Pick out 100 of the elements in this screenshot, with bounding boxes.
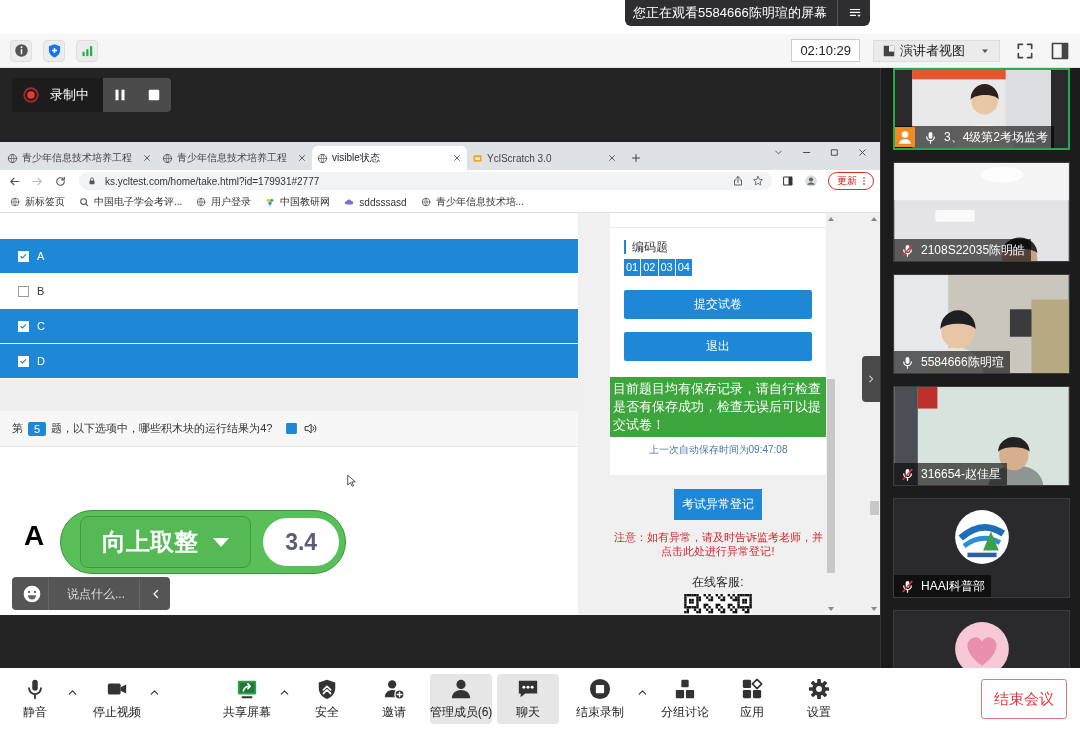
- question-text: 题，以下选项中，哪些积木块的运行结果为4?: [51, 421, 273, 436]
- support-label: 在线客服:: [692, 574, 744, 591]
- app-icon: [472, 152, 483, 164]
- question-prefix: 第: [12, 421, 23, 436]
- participant-name: 316654-赵佳星: [921, 465, 1002, 483]
- url-text: ks.ycltest.com/home/take.html?id=179931#2777: [105, 175, 320, 187]
- flower-icon: [265, 197, 276, 207]
- info-icon: [13, 43, 29, 58]
- participant-name: 3、4级第2考场监考: [944, 128, 1049, 146]
- bookmark-link[interactable]: 用户登录: [196, 195, 252, 209]
- chevron-right-icon: [866, 372, 876, 386]
- bookmark-link[interactable]: 新标签页: [10, 195, 65, 209]
- option-row[interactable]: D: [0, 344, 578, 379]
- star-icon[interactable]: [752, 175, 764, 187]
- stop-button[interactable]: [137, 78, 171, 112]
- toolbar-button[interactable]: 共享屏幕: [216, 674, 278, 724]
- browser-tab[interactable]: visible状态: [312, 146, 467, 170]
- scrollbar-thumb[interactable]: [869, 501, 879, 515]
- lock-icon: [87, 176, 97, 186]
- bookmark-link[interactable]: sddsssasd: [344, 196, 407, 208]
- question-number-button[interactable]: 03: [658, 259, 675, 276]
- emoji-icon[interactable]: [22, 583, 42, 604]
- block-label: 向上取整: [101, 527, 198, 557]
- toolbar-button[interactable]: 安全: [296, 674, 358, 724]
- browser-tab[interactable]: 青少年信息技术培养工程: [157, 146, 312, 170]
- panel-toggle-button[interactable]: [862, 356, 880, 402]
- shield-icon: [316, 677, 338, 700]
- option-letter: A: [24, 523, 45, 549]
- warning-text: 注意：如有异常，请及时告诉监考老师，并点击此处进行异常登记!: [612, 530, 824, 558]
- chat-input-field[interactable]: 说点什么...: [12, 577, 170, 610]
- scroll-down-icon[interactable]: [871, 607, 877, 611]
- autosave-text: 上一次自动保存时间为09:47:08: [647, 443, 789, 457]
- end-meeting-button[interactable]: 结束会议: [981, 679, 1067, 719]
- apps-icon: [741, 677, 763, 700]
- browser-tab[interactable]: YclScratch 3.0: [467, 146, 622, 170]
- banner-text: 您正在观看5584666陈明瑄的屏幕: [633, 4, 827, 22]
- participant-name: HAAI科普部: [921, 577, 985, 595]
- section-title: 编码题: [624, 240, 812, 254]
- bookmark-link[interactable]: 青少年信息技术培...: [420, 195, 524, 209]
- groups-icon: [674, 677, 696, 700]
- shield-icon: [46, 43, 62, 58]
- close-icon[interactable]: [607, 153, 617, 163]
- question-number-button[interactable]: 02: [641, 259, 658, 276]
- close-icon[interactable]: [857, 147, 868, 158]
- side-panel-icon[interactable]: [782, 175, 794, 187]
- option-row[interactable]: A: [0, 239, 578, 274]
- option-row[interactable]: C: [0, 309, 578, 344]
- toolbar-button[interactable]: 应用: [721, 674, 783, 724]
- toolbar-button[interactable]: 管理成员(6): [430, 674, 492, 724]
- profile-icon[interactable]: [804, 174, 818, 188]
- question-number-button[interactable]: 01: [624, 259, 641, 276]
- browser-tab[interactable]: 青少年信息技术培养工程: [2, 146, 157, 170]
- scrollbar-thumb[interactable]: [827, 379, 835, 573]
- info-button[interactable]: [10, 39, 32, 62]
- scroll-up-icon[interactable]: [871, 217, 877, 221]
- checkbox[interactable]: [18, 285, 29, 297]
- globe-icon: [162, 152, 173, 164]
- speaker-icon[interactable]: [303, 421, 319, 436]
- pause-button[interactable]: [103, 78, 137, 112]
- toolbar-button[interactable]: 设置: [788, 674, 850, 724]
- close-icon[interactable]: [297, 153, 307, 163]
- close-icon[interactable]: [142, 153, 152, 163]
- question-number-button[interactable]: 04: [675, 259, 692, 276]
- toolbar-button[interactable]: 聊天: [497, 674, 559, 724]
- toolbar-button[interactable]: 停止视频: [86, 674, 148, 724]
- toolbar-button[interactable]: 邀请: [363, 674, 425, 724]
- globe-icon: [10, 197, 20, 207]
- exit-button[interactable]: 退出: [624, 332, 812, 361]
- share-icon[interactable]: [732, 175, 744, 187]
- add-person-icon: [383, 677, 405, 700]
- scroll-up-icon[interactable]: [828, 217, 834, 221]
- globe-icon: [420, 197, 431, 207]
- settings-icon: [808, 677, 830, 700]
- stop-icon: [589, 677, 611, 700]
- bookmark-link[interactable]: 中国教研网: [265, 195, 331, 209]
- toolbar-button[interactable]: 静音: [4, 674, 66, 724]
- submit-button[interactable]: 提交试卷: [624, 290, 812, 319]
- square-marker-icon[interactable]: [285, 422, 299, 435]
- sidebar-icon[interactable]: [1050, 40, 1070, 61]
- bookmark-link[interactable]: 中国电子学会考评...: [79, 195, 183, 209]
- globe-icon: [196, 197, 207, 207]
- address-field[interactable]: ks.ycltest.com/home/take.html?id=179931#2777: [79, 172, 772, 190]
- magnifier-icon: [79, 197, 89, 207]
- toolbar-button[interactable]: 结束录制: [564, 674, 636, 724]
- view-mode-dropdown[interactable]: 演讲者视图: [873, 39, 1000, 62]
- timer-display: 02:10:29: [791, 39, 860, 62]
- layout-icon: [882, 43, 896, 58]
- participant-name: 5584666陈明瑄: [921, 353, 1004, 371]
- close-icon[interactable]: [452, 153, 462, 163]
- security-button[interactable]: [43, 39, 65, 62]
- scroll-down-icon[interactable]: [828, 607, 834, 611]
- new-tab-icon[interactable]: [630, 152, 642, 164]
- toolbar-button[interactable]: 分组讨论: [654, 674, 716, 724]
- caret-icon: [211, 536, 230, 548]
- signal-button[interactable]: [76, 39, 98, 62]
- reload-icon[interactable]: [54, 174, 67, 188]
- maximize-icon[interactable]: [829, 147, 840, 158]
- question-number: 5: [28, 421, 47, 436]
- logo-icon: [953, 509, 1010, 565]
- report-button[interactable]: 考试异常登记: [674, 489, 762, 520]
